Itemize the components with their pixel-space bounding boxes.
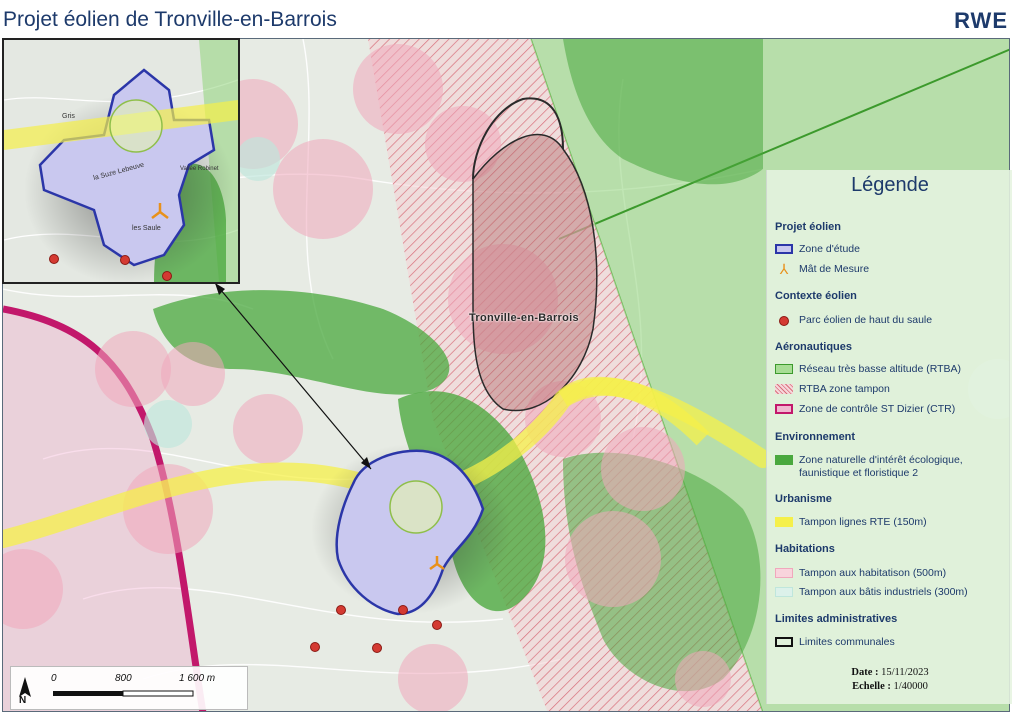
- page-title: Projet éolien de Tronville-en-Barrois: [3, 8, 337, 31]
- legend-title: Légende: [851, 174, 929, 196]
- legend-item-znieff: Zone naturelle d'intérêt écologique, fau…: [775, 454, 1007, 480]
- scale-bar: N 0 800 1 600 m: [10, 666, 248, 710]
- legend-item-hab: Tampon aux habitatison (500m): [775, 567, 1007, 579]
- indus-swatch: [775, 587, 793, 597]
- legend-item-rte: Tampon lignes RTE (150m): [775, 516, 1007, 528]
- title-bar: Projet éolien de Tronville-en-Barrois RW…: [0, 0, 1012, 38]
- scale-line: Echelle : 1/40000: [852, 681, 928, 692]
- legend-item-indus: Tampon aux bâtis industriels (300m): [775, 586, 1007, 598]
- inset-canvas: Gris la Suze Lebeuve Vallée Robinet les …: [4, 40, 238, 282]
- town-area: [472, 133, 598, 412]
- legend-item-rtba-buffer: RTBA zone tampon: [775, 383, 1007, 395]
- north-label: N: [19, 695, 27, 706]
- town-label: Tronville-en-Barrois: [469, 312, 579, 324]
- legend-section-aero: Aéronautiques: [775, 341, 853, 353]
- legend-section-contexte: Contexte éolien: [775, 290, 857, 302]
- legend-item-ctr: Zone de contrôle ST Dizier (CTR): [775, 403, 1007, 415]
- legend-section-projet: Projet éolien: [775, 221, 842, 233]
- mast-icon: ⅄: [779, 261, 789, 277]
- inset-label-vallee: Vallée Robinet: [180, 166, 219, 172]
- windfarm-dot-icon: [779, 316, 789, 326]
- legend-item-windfarm: Parc éolien de haut du saule: [775, 314, 1007, 326]
- rtba-buffer-swatch: [775, 384, 793, 394]
- ctr-swatch: [775, 404, 793, 414]
- study-zone-swatch: [775, 244, 793, 254]
- study-zone-circle: [389, 480, 443, 534]
- legend-item-mast: ⅄ Mât de Mesure: [775, 261, 1007, 277]
- rtba-swatch: [775, 364, 793, 374]
- legend-item-study-zone: Zone d'étude: [775, 243, 1007, 255]
- scale-tick-0: 0: [51, 673, 57, 684]
- legend-section-limites: Limites administratives: [775, 613, 898, 625]
- hab-swatch: [775, 568, 793, 578]
- scale-tick-800: 800: [115, 673, 132, 684]
- date-line: Date : 15/11/2023: [851, 667, 929, 678]
- legend-section-env: Environnement: [775, 431, 856, 443]
- legend-item-communal: Limites communales: [775, 636, 1007, 648]
- inset-label-saule: les Saule: [132, 225, 161, 232]
- communal-swatch: [775, 637, 793, 647]
- scale-tick-1600: 1 600 m: [179, 673, 216, 684]
- znieff-swatch: [775, 455, 793, 465]
- rwe-logo: RWE: [954, 8, 1008, 33]
- legend-section-habitations: Habitations: [775, 543, 835, 555]
- legend-item-rtba: Réseau très basse altitude (RTBA): [775, 363, 1007, 375]
- legend-section-urbanisme: Urbanisme: [775, 493, 832, 505]
- legend-panel: Légende Projet éolien Zone d'étude ⅄ Mât…: [766, 170, 1012, 704]
- rte-swatch: [775, 517, 793, 527]
- north-arrow-icon: [19, 677, 31, 697]
- inset-label-outillard: Gris: [62, 113, 75, 120]
- inset-map[interactable]: Gris la Suze Lebeuve Vallée Robinet les …: [2, 38, 240, 284]
